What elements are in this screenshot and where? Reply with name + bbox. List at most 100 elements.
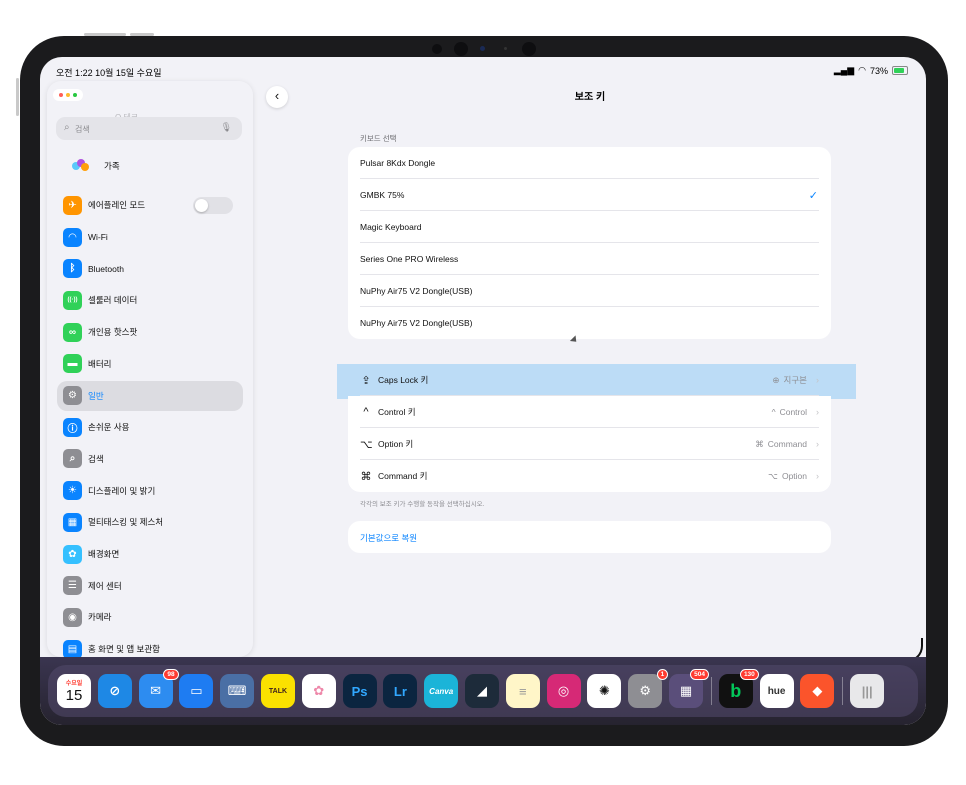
sidebar-item-label: 제어 센터 <box>88 580 122 591</box>
mail-app[interactable]: ✉ 98 <box>138 669 179 708</box>
modifier-key-icon: ⌘ <box>360 470 372 483</box>
modifier-label: Control 키 <box>378 407 416 417</box>
canva-app[interactable]: Canva <box>424 674 459 708</box>
close-dot[interactable] <box>59 93 63 97</box>
sidebar-item-wifi[interactable]: ◠ Wi-Fi <box>57 222 243 252</box>
airplane-toggle[interactable] <box>193 197 233 214</box>
accessibility-icon: ⓘ <box>63 417 82 437</box>
app-glyph: ✉ <box>150 683 162 698</box>
modifier-row[interactable]: ^ Control 키 ^ Control › <box>348 396 831 428</box>
app-glyph: ◢ <box>477 683 487 698</box>
modifier-row[interactable]: ⇪ Caps Lock 키 ⊕ 지구본 › <box>348 364 831 396</box>
search-field[interactable]: ⌕ 검색 🎙 <box>56 117 242 140</box>
brave-app[interactable]: ◆ <box>800 674 835 708</box>
sidebar-item-camera[interactable]: ◉ 카메라 <box>57 602 243 632</box>
app-label: hue <box>767 685 786 697</box>
sensor <box>454 42 468 56</box>
blog-app[interactable]: b 130 <box>718 669 759 708</box>
app-label: TALK <box>268 687 288 695</box>
files-app[interactable]: ▭ <box>179 674 214 708</box>
airplane-icon: ✈ <box>63 195 82 215</box>
keyboard-row[interactable]: Pulsar 8Kdx Dongle <box>348 147 831 179</box>
modifier-label: Command 키 <box>378 471 428 481</box>
sidebar-item-label: 검색 <box>88 453 104 464</box>
microphone-icon[interactable]: 🎙 <box>221 122 232 133</box>
sidebar-item-multitasking[interactable]: ▦ 멀티태스킹 및 제스처 <box>57 507 243 537</box>
sidebar-item-label: Bluetooth <box>88 263 124 274</box>
sidebar-item-wallpaper[interactable]: ✿ 배경화면 <box>57 539 243 569</box>
photoshop-app[interactable]: Ps <box>342 674 377 708</box>
lightroom-app[interactable]: Lr <box>383 674 418 708</box>
sidebar-item-battery[interactable]: ▬ 배터리 <box>57 349 243 379</box>
minimize-dot[interactable] <box>66 93 70 97</box>
search-icon: ⌕ <box>64 122 70 133</box>
back-button[interactable]: ‹ <box>266 86 288 108</box>
notes-app[interactable]: ≡ <box>505 674 540 708</box>
keyboard-row[interactable]: GMBK 75% ✓ <box>348 179 831 211</box>
app-label: Canva <box>429 686 454 696</box>
keyboard-app[interactable]: ⌨ <box>220 674 255 708</box>
sidebar-item-search[interactable]: ⌕ 검색 <box>57 444 243 474</box>
sidebar-item-accessibility[interactable]: ⓘ 손쉬운 사용 <box>57 412 243 442</box>
modifier-row[interactable]: ⌘ Command 키 ⌥ Option › <box>348 460 831 492</box>
modifier-value-text: 지구본 <box>783 375 807 385</box>
keyboard-label: Series One PRO Wireless <box>360 254 459 264</box>
modifier-row[interactable]: ⌥ Option 키 ⌘ Command › <box>348 428 831 460</box>
sidebar-item-hotspot[interactable]: ∞ 개인용 핫스팟 <box>57 317 243 347</box>
notification-badge: 130 <box>739 669 759 680</box>
sidebar-item-home-screen[interactable]: ▤ 홈 화면 및 앱 보관함 <box>57 634 243 657</box>
photos-app[interactable]: ✿ <box>301 674 336 708</box>
keyboard-row[interactable]: Magic Keyboard <box>348 211 831 243</box>
sidebar-item-label: 에어플레인 모드 <box>88 200 146 210</box>
family-row[interactable]: 가족 <box>72 159 120 173</box>
sidebar-item-label: 멀티태스킹 및 제스처 <box>88 517 164 528</box>
instagram-app[interactable]: ◎ <box>546 674 581 708</box>
final-cut-app[interactable]: ◢ <box>465 674 499 708</box>
reset-defaults-button[interactable]: 기본값으로 복원 <box>348 521 831 553</box>
safari-app[interactable]: ⊘ <box>97 674 132 708</box>
keyboard-row[interactable]: NuPhy Air75 V2 Dongle(USB) <box>348 307 831 339</box>
sidebar-item-control-center[interactable]: ☰ 제어 센터 <box>57 571 243 601</box>
hue-app[interactable]: hue <box>759 674 794 708</box>
battery-percent: 73% <box>869 65 888 76</box>
zoom-dot[interactable] <box>73 93 77 97</box>
cellular-icon: ((·)) <box>63 290 82 310</box>
notification-badge: 1 <box>656 669 669 680</box>
camera-icon: ◉ <box>63 607 82 627</box>
sensor <box>522 42 536 56</box>
sidebar-item-bluetooth[interactable]: ᛒ Bluetooth <box>57 254 243 284</box>
calendar-app[interactable]: 수요일 15 <box>57 674 91 708</box>
sidebar-item-label: 손쉬운 사용 <box>88 422 130 433</box>
multitasking-icon: ▦ <box>63 512 82 532</box>
settings-sidebar: Q 테크 ⌕ 검색 🎙 가족 ✈ 에어플레인 모드 ◠Wi-FiᛒBluetoo… <box>47 81 253 657</box>
dock-divider <box>710 677 712 705</box>
sidebar-item-cellular[interactable]: ((·)) 셀룰러 데이터 <box>57 285 243 315</box>
screen: 오전 1:22 10월 15일 수요일 ▂▄▆ ◠ 73% Q 테크 ⌕ 검색 … <box>40 57 926 725</box>
keyboard-list: Pulsar 8Kdx Dongle GMBK 75% ✓ Magic Keyboar… <box>348 147 831 339</box>
kakaotalk-app[interactable]: TALK <box>261 674 295 708</box>
sidebar-item-label: 셀룰러 데이터 <box>88 295 138 306</box>
modifier-value-text: Command <box>767 439 807 449</box>
keyboard-row[interactable]: Series One PRO Wireless <box>348 243 831 275</box>
sidebar-item-gear[interactable]: ⚙ 일반 <box>57 380 243 411</box>
calendar-date: 15 <box>65 687 83 704</box>
side-button <box>16 78 19 116</box>
sidebar-item-brightness[interactable]: ☀ 디스플레이 및 밝기 <box>57 476 243 506</box>
app-label: Ps <box>351 683 368 699</box>
settings-app[interactable]: ⚙ 1 <box>628 669 669 708</box>
keyboard-row[interactable]: NuPhy Air75 V2 Dongle(USB) <box>348 275 831 307</box>
app-folder[interactable]: ▦ 504 <box>669 669 709 708</box>
signal-icon: ▂▄▆ <box>833 65 855 75</box>
modifier-value-text: Control <box>779 407 807 417</box>
battery-icon <box>892 66 908 75</box>
chatgpt-app[interactable]: ✺ <box>587 674 622 708</box>
sidebar-item-airplane[interactable]: ✈ 에어플레인 모드 <box>57 190 243 220</box>
search-icon: ⌕ <box>63 449 82 469</box>
recent-app[interactable]: ||| <box>850 674 885 708</box>
app-glyph: ⊘ <box>109 683 121 698</box>
modifier-label: Option 키 <box>378 439 414 449</box>
app-glyph: ||| <box>861 683 873 699</box>
window-controls[interactable] <box>53 89 83 101</box>
family-icon <box>72 159 90 173</box>
modifier-footer: 각각의 보조 키가 수행할 동작을 선택하십시오. <box>360 501 485 508</box>
